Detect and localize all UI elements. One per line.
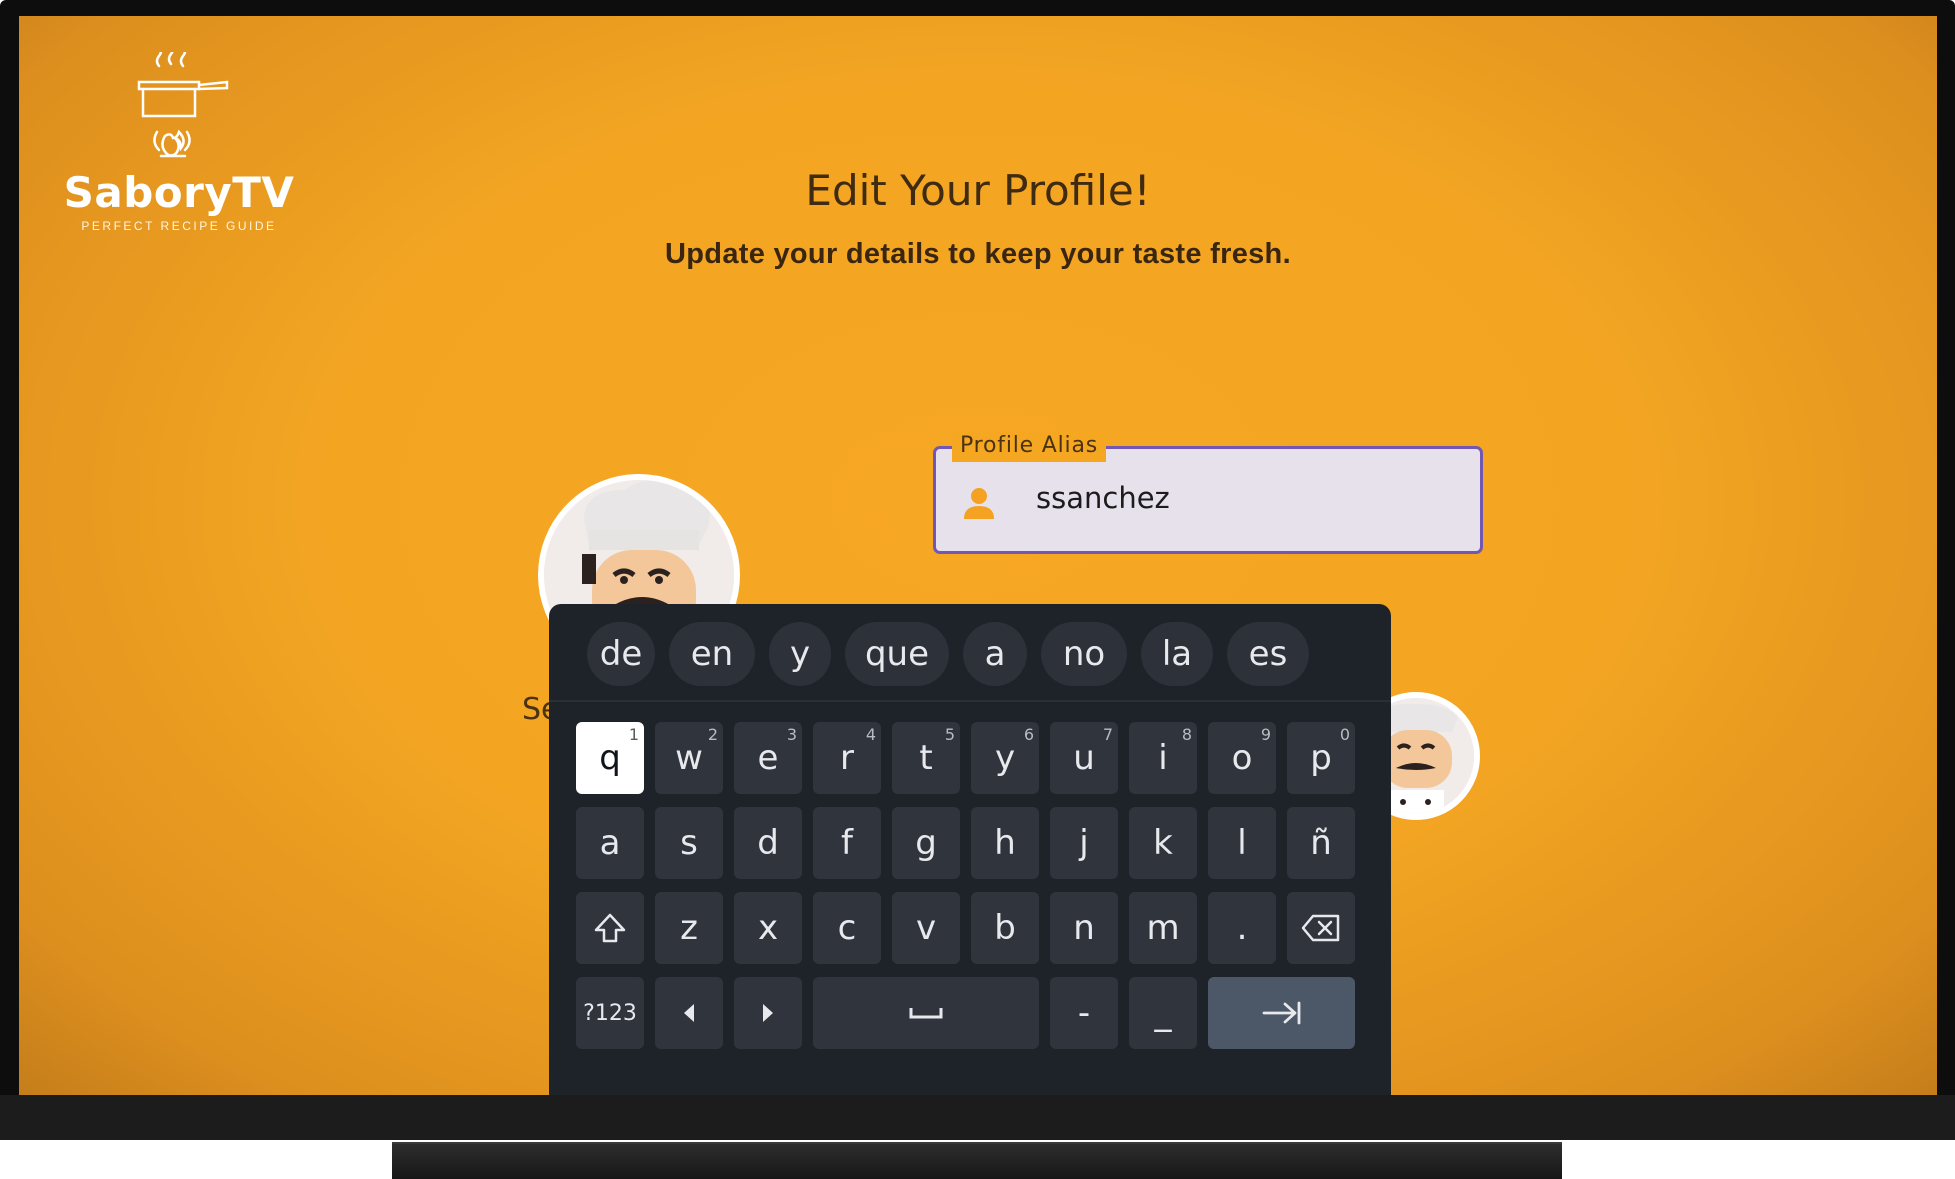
- key-label: i: [1158, 738, 1168, 778]
- key-o[interactable]: o 9: [1208, 722, 1276, 794]
- suggestion-chip[interactable]: es: [1227, 622, 1309, 686]
- tv-screen: SaboryTV PERFECT RECIPE GUIDE Edit Your …: [19, 16, 1937, 1095]
- key-s[interactable]: s: [655, 807, 723, 879]
- key-t[interactable]: t 5: [892, 722, 960, 794]
- key-label: q: [599, 738, 621, 778]
- suggestion-chip[interactable]: y: [769, 622, 831, 686]
- key-u[interactable]: u 7: [1050, 722, 1118, 794]
- backspace-key[interactable]: [1287, 892, 1355, 964]
- key-number-hint: 3: [786, 725, 797, 744]
- key-number-hint: 5: [944, 725, 955, 744]
- key-label: u: [1073, 738, 1095, 778]
- key-g[interactable]: g: [892, 807, 960, 879]
- person-icon: [961, 485, 997, 526]
- key-c[interactable]: c: [813, 892, 881, 964]
- suggestion-chip[interactable]: que: [845, 622, 949, 686]
- key-w[interactable]: w 2: [655, 722, 723, 794]
- cursor-left-key[interactable]: [655, 977, 723, 1049]
- key-i[interactable]: i 8: [1129, 722, 1197, 794]
- arrow-left-icon: [684, 1004, 694, 1022]
- key-label: p: [1310, 738, 1332, 778]
- suggestion-chip[interactable]: la: [1141, 622, 1213, 686]
- key-n-tilde[interactable]: ñ: [1287, 807, 1355, 879]
- key-k[interactable]: k: [1129, 807, 1197, 879]
- key-n[interactable]: n: [1050, 892, 1118, 964]
- key-number-hint: 2: [707, 725, 718, 744]
- suggestion-chip[interactable]: no: [1041, 622, 1127, 686]
- key-l[interactable]: l: [1208, 807, 1276, 879]
- profile-alias-field[interactable]: Profile Alias ssanchez: [933, 430, 1483, 554]
- space-key[interactable]: [813, 977, 1039, 1049]
- tab-next-icon: [1262, 1001, 1300, 1025]
- cooking-pot-icon: [137, 52, 229, 158]
- key-b[interactable]: b: [971, 892, 1039, 964]
- key-label: e: [757, 738, 779, 778]
- key-label: w: [675, 738, 703, 778]
- key-d[interactable]: d: [734, 807, 802, 879]
- key-number-hint: 6: [1023, 725, 1034, 744]
- key-e[interactable]: e 3: [734, 722, 802, 794]
- key-y[interactable]: y 6: [971, 722, 1039, 794]
- dash-key[interactable]: -: [1050, 977, 1118, 1049]
- key-label: y: [994, 738, 1016, 778]
- key-z[interactable]: z: [655, 892, 723, 964]
- backspace-icon: [1301, 914, 1340, 942]
- suggestion-bar: de en y que a no la es: [549, 604, 1391, 702]
- suggestion-chip[interactable]: a: [963, 622, 1027, 686]
- shift-key[interactable]: [576, 892, 644, 964]
- key-q[interactable]: q 1: [576, 722, 644, 794]
- symbols-key[interactable]: ?123: [576, 977, 644, 1049]
- key-period[interactable]: .: [1208, 892, 1276, 964]
- key-number-hint: 9: [1260, 725, 1271, 744]
- key-a[interactable]: a: [576, 807, 644, 879]
- next-field-key[interactable]: [1208, 977, 1355, 1049]
- app-tagline: PERFECT RECIPE GUIDE: [81, 219, 277, 233]
- key-number-hint: 7: [1102, 725, 1113, 744]
- key-m[interactable]: m: [1129, 892, 1197, 964]
- shift-icon: [594, 913, 626, 943]
- key-label: o: [1231, 738, 1253, 778]
- key-p[interactable]: p 0: [1287, 722, 1355, 794]
- key-number-hint: 4: [865, 725, 876, 744]
- profile-alias-label: Profile Alias: [952, 430, 1107, 462]
- key-v[interactable]: v: [892, 892, 960, 964]
- page-subtitle: Update your details to keep your taste f…: [665, 238, 1291, 270]
- key-number-hint: 1: [628, 725, 639, 744]
- key-label: t: [919, 738, 933, 778]
- page-title: Edit Your Profile!: [805, 166, 1151, 215]
- key-x[interactable]: x: [734, 892, 802, 964]
- space-icon: [909, 1008, 943, 1019]
- on-screen-keyboard: de en y que a no la es q 1 w 2 e 3 r 4 t…: [549, 604, 1391, 1095]
- key-h[interactable]: h: [971, 807, 1039, 879]
- arrow-right-icon: [763, 1004, 773, 1022]
- key-number-hint: 0: [1339, 725, 1350, 744]
- tv-bezel-bottom: [0, 1095, 1955, 1140]
- suggestion-chip[interactable]: en: [669, 622, 755, 686]
- underscore-key[interactable]: _: [1129, 977, 1197, 1049]
- key-r[interactable]: r 4: [813, 722, 881, 794]
- key-label: r: [840, 738, 854, 778]
- cursor-right-key[interactable]: [734, 977, 802, 1049]
- suggestion-chip[interactable]: de: [587, 622, 655, 686]
- key-number-hint: 8: [1181, 725, 1192, 744]
- tv-stand: [392, 1142, 1562, 1179]
- key-j[interactable]: j: [1050, 807, 1118, 879]
- profile-alias-input[interactable]: ssanchez: [1036, 481, 1170, 515]
- key-f[interactable]: f: [813, 807, 881, 879]
